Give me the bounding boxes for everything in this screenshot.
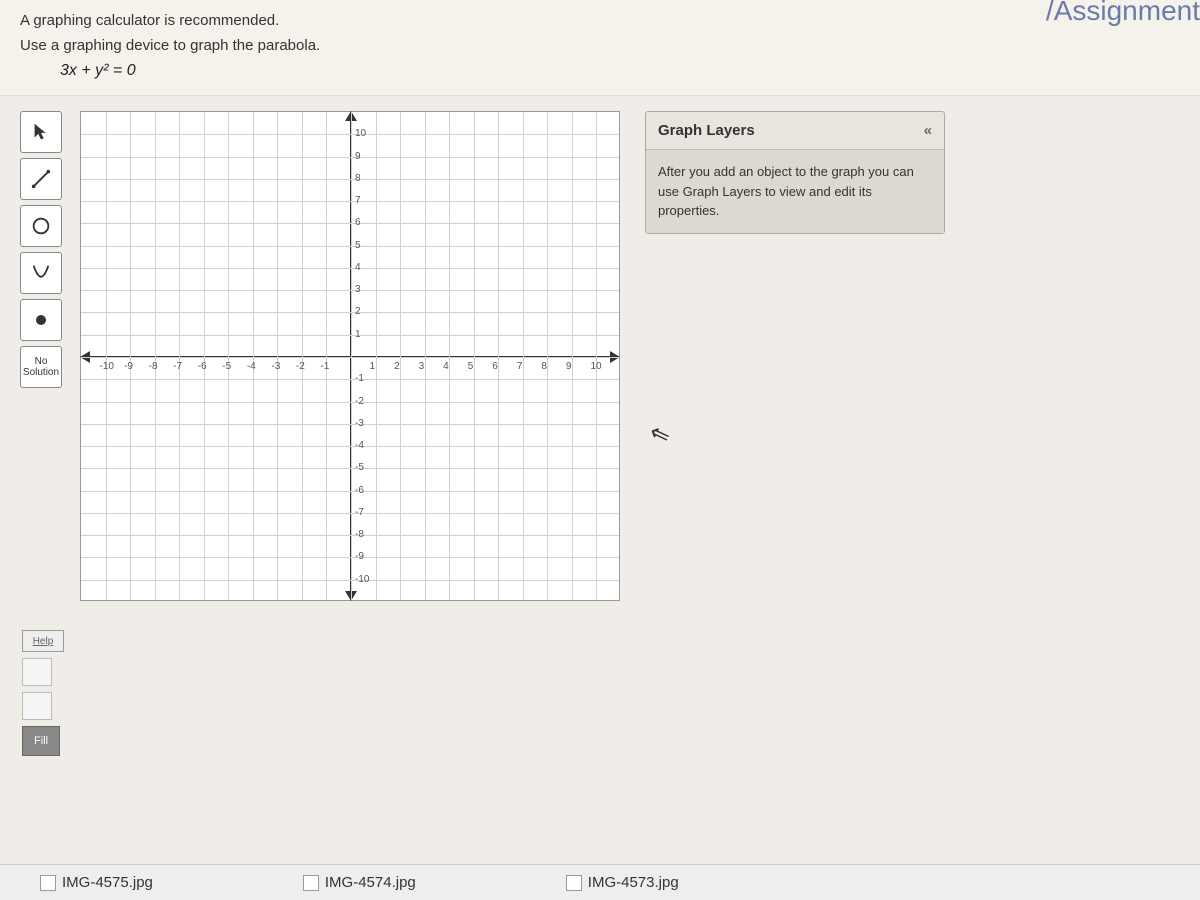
y-tick-label: 9 xyxy=(355,151,361,162)
taskbar-item-2[interactable]: IMG-4574.jpg xyxy=(303,874,416,891)
y-tick-label: -1 xyxy=(355,373,364,384)
graph-grid: -10 -9 -8 -7 -6 -5 -4 -3 -2 -1 1 2 3 4 5 6 7 8 9 10 1 2 3 4 5 6 7 8… xyxy=(81,112,619,600)
x-tick-label: 7 xyxy=(517,361,523,372)
aux-button-2[interactable] xyxy=(22,692,52,720)
x-tick-label: 8 xyxy=(541,361,547,372)
taskbar-file-2: IMG-4574.jpg xyxy=(325,874,416,891)
y-tick-label: -9 xyxy=(355,551,364,562)
graph-canvas[interactable]: -10 -9 -8 -7 -6 -5 -4 -3 -2 -1 1 2 3 4 5 6 7 8 9 10 1 2 3 4 5 6 7 8… xyxy=(80,111,620,601)
x-tick-label: -9 xyxy=(124,361,133,372)
graph-layers-panel: Graph Layers « After you add an object t… xyxy=(645,111,945,234)
aux-button-1[interactable] xyxy=(22,658,52,686)
x-tick-label: 6 xyxy=(492,361,498,372)
line-icon xyxy=(30,168,52,190)
y-tick-label: 4 xyxy=(355,262,361,273)
y-tick-label: 6 xyxy=(355,217,361,228)
pointer-tool[interactable] xyxy=(20,111,62,153)
parabola-icon xyxy=(30,262,52,284)
collapse-button[interactable]: « xyxy=(924,122,932,139)
x-tick-label: -10 xyxy=(100,361,114,372)
instructions-block: A graphing calculator is recommended. Us… xyxy=(0,0,1200,96)
main-area: No Solution -10 -9 -8 -7 -6 -5 -4 -3 -2 -1 1 2 3 4 5 6 7… xyxy=(0,96,1200,601)
layers-header: Graph Layers « xyxy=(646,112,944,149)
x-tick-label: -4 xyxy=(247,361,256,372)
taskbar-file-3: IMG-4573.jpg xyxy=(588,874,679,891)
x-tick-label: -5 xyxy=(222,361,231,372)
no-solution-button[interactable]: No Solution xyxy=(20,346,62,388)
y-tick-label: -7 xyxy=(355,507,364,518)
y-tick-label: 10 xyxy=(355,128,366,139)
x-tick-label: 1 xyxy=(370,361,376,372)
y-tick-label: -6 xyxy=(355,485,364,496)
y-tick-label: -10 xyxy=(355,574,369,585)
y-tick-label: 7 xyxy=(355,195,361,206)
graph-toolbar: No Solution xyxy=(20,111,70,601)
file-icon xyxy=(303,875,319,891)
parabola-tool[interactable] xyxy=(20,252,62,294)
y-tick-label: 1 xyxy=(355,329,361,340)
page-header-partial: /Assignment xyxy=(1046,0,1200,27)
pointer-icon xyxy=(30,121,52,143)
point-icon xyxy=(36,315,46,325)
instruction-line-1: A graphing calculator is recommended. xyxy=(20,12,1180,29)
point-tool[interactable] xyxy=(20,299,62,341)
y-tick-label: -5 xyxy=(355,462,364,473)
y-tick-label: -4 xyxy=(355,440,364,451)
x-tick-label: 9 xyxy=(566,361,572,372)
instruction-line-2: Use a graphing device to graph the parab… xyxy=(20,37,1180,54)
y-tick-label: 5 xyxy=(355,240,361,251)
x-tick-label: 3 xyxy=(419,361,425,372)
y-tick-label: -8 xyxy=(355,529,364,540)
y-tick-label: -2 xyxy=(355,396,364,407)
circle-icon xyxy=(30,215,52,237)
y-tick-label: 3 xyxy=(355,284,361,295)
x-tick-label: -3 xyxy=(271,361,280,372)
x-tick-label: -2 xyxy=(296,361,305,372)
line-tool[interactable] xyxy=(20,158,62,200)
x-tick-label: -7 xyxy=(173,361,182,372)
fill-button[interactable]: Fill xyxy=(22,726,60,756)
file-icon xyxy=(566,875,582,891)
taskbar-file-1: IMG-4575.jpg xyxy=(62,874,153,891)
help-button[interactable]: Help xyxy=(22,630,64,652)
x-tick-label: -6 xyxy=(198,361,207,372)
file-icon xyxy=(40,875,56,891)
y-tick-label: 2 xyxy=(355,306,361,317)
x-tick-label: 10 xyxy=(590,361,601,372)
taskbar: IMG-4575.jpg IMG-4574.jpg IMG-4573.jpg xyxy=(0,864,1200,900)
taskbar-item-3[interactable]: IMG-4573.jpg xyxy=(566,874,679,891)
taskbar-item-1[interactable]: IMG-4575.jpg xyxy=(40,874,153,891)
x-tick-label: 5 xyxy=(468,361,474,372)
x-tick-label: -8 xyxy=(149,361,158,372)
x-tick-label: 4 xyxy=(443,361,449,372)
formula: 3x + y² = 0 xyxy=(20,62,1180,90)
layers-body-text: After you add an object to the graph you… xyxy=(646,149,944,233)
x-tick-label: -1 xyxy=(320,361,329,372)
y-tick-label: -3 xyxy=(355,418,364,429)
y-tick-label: 8 xyxy=(355,173,361,184)
layers-title: Graph Layers xyxy=(658,122,755,139)
circle-tool[interactable] xyxy=(20,205,62,247)
x-tick-label: 2 xyxy=(394,361,400,372)
